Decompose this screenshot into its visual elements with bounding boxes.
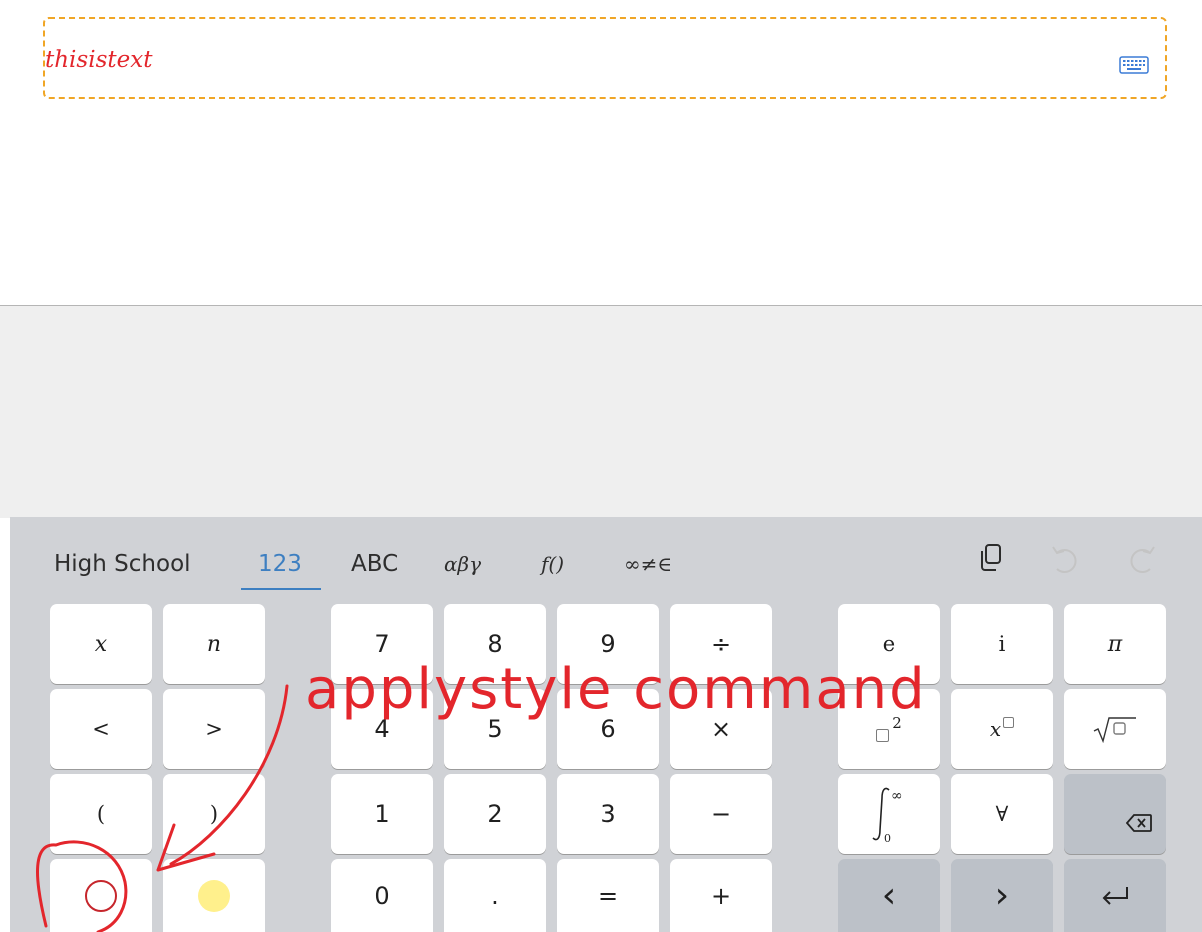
key-sqrt[interactable] bbox=[1064, 689, 1166, 769]
key-7[interactable]: 7 bbox=[331, 604, 433, 684]
active-tab-indicator bbox=[241, 588, 321, 590]
backspace-icon bbox=[1126, 814, 1152, 832]
keyboard-backdrop bbox=[0, 305, 1202, 518]
key-yellow-style[interactable] bbox=[163, 859, 265, 932]
svg-text:0: 0 bbox=[884, 832, 891, 844]
key-8[interactable]: 8 bbox=[444, 604, 546, 684]
yellow-dot-icon bbox=[198, 879, 230, 912]
tab-abc[interactable]: ABC bbox=[351, 546, 398, 582]
key-9[interactable]: 9 bbox=[557, 604, 659, 684]
key-power[interactable]: x bbox=[951, 689, 1053, 769]
key-less-than[interactable]: < bbox=[50, 689, 152, 769]
svg-text:∞: ∞ bbox=[891, 788, 903, 804]
key-enter[interactable] bbox=[1064, 859, 1166, 932]
key-equals[interactable]: = bbox=[557, 859, 659, 932]
key-i[interactable]: i bbox=[951, 604, 1053, 684]
keyboard-tabs: High School 123 ABC αβγ f() ∞≠∈ bbox=[10, 517, 1202, 599]
key-4[interactable]: 4 bbox=[331, 689, 433, 769]
key-2[interactable]: 2 bbox=[444, 774, 546, 854]
key-decimal[interactable]: . bbox=[444, 859, 546, 932]
key-1[interactable]: 1 bbox=[331, 774, 433, 854]
key-forall[interactable]: ∀ bbox=[951, 774, 1053, 854]
backspace-key[interactable] bbox=[1064, 774, 1166, 854]
chevron-left-icon: ‹ bbox=[881, 875, 897, 916]
keyboard-icon[interactable] bbox=[1119, 55, 1149, 75]
tab-123[interactable]: 123 bbox=[258, 546, 302, 582]
integral-icon: ∞ 0 bbox=[872, 787, 903, 844]
enter-icon bbox=[1102, 886, 1128, 905]
copy-icon[interactable] bbox=[973, 539, 1009, 579]
redo-icon[interactable] bbox=[1125, 539, 1161, 579]
key-3[interactable]: 3 bbox=[557, 774, 659, 854]
key-square[interactable]: 2 bbox=[838, 689, 940, 769]
tab-functions[interactable]: f() bbox=[541, 546, 564, 582]
key-0[interactable]: 0 bbox=[331, 859, 433, 932]
placeholder-box-icon bbox=[876, 728, 890, 742]
key-cursor-right[interactable]: › bbox=[951, 859, 1053, 932]
undo-icon[interactable] bbox=[1046, 539, 1082, 579]
virtual-keyboard: High School 123 ABC αβγ f() ∞≠∈ x n < > … bbox=[10, 517, 1202, 932]
placeholder-box-icon bbox=[1003, 716, 1015, 728]
key-pi[interactable]: π bbox=[1064, 604, 1166, 684]
key-greater-than[interactable]: > bbox=[163, 689, 265, 769]
math-input-field[interactable]: thisistext bbox=[43, 17, 1167, 99]
key-red-style[interactable] bbox=[50, 859, 152, 932]
key-right-paren[interactable]: ) bbox=[163, 774, 265, 854]
red-circle-icon bbox=[85, 879, 117, 912]
key-multiply[interactable]: × bbox=[670, 689, 772, 769]
key-integral[interactable]: ∞ 0 bbox=[838, 774, 940, 854]
tab-greek[interactable]: αβγ bbox=[444, 546, 481, 582]
key-minus[interactable]: − bbox=[670, 774, 772, 854]
key-plus[interactable]: + bbox=[670, 859, 772, 932]
tab-high-school[interactable]: High School bbox=[54, 546, 191, 582]
tab-symbols[interactable]: ∞≠∈ bbox=[624, 546, 672, 582]
key-var-x[interactable]: x bbox=[50, 604, 152, 684]
sqrt-icon bbox=[1093, 717, 1136, 743]
key-e[interactable]: e bbox=[838, 604, 940, 684]
chevron-right-icon: › bbox=[994, 875, 1010, 916]
key-divide[interactable]: ÷ bbox=[670, 604, 772, 684]
key-5[interactable]: 5 bbox=[444, 689, 546, 769]
math-field-content[interactable]: thisistext bbox=[45, 47, 152, 73]
key-cursor-left[interactable]: ‹ bbox=[838, 859, 940, 932]
key-var-n[interactable]: n bbox=[163, 604, 265, 684]
key-6[interactable]: 6 bbox=[557, 689, 659, 769]
key-left-paren[interactable]: ( bbox=[50, 774, 152, 854]
